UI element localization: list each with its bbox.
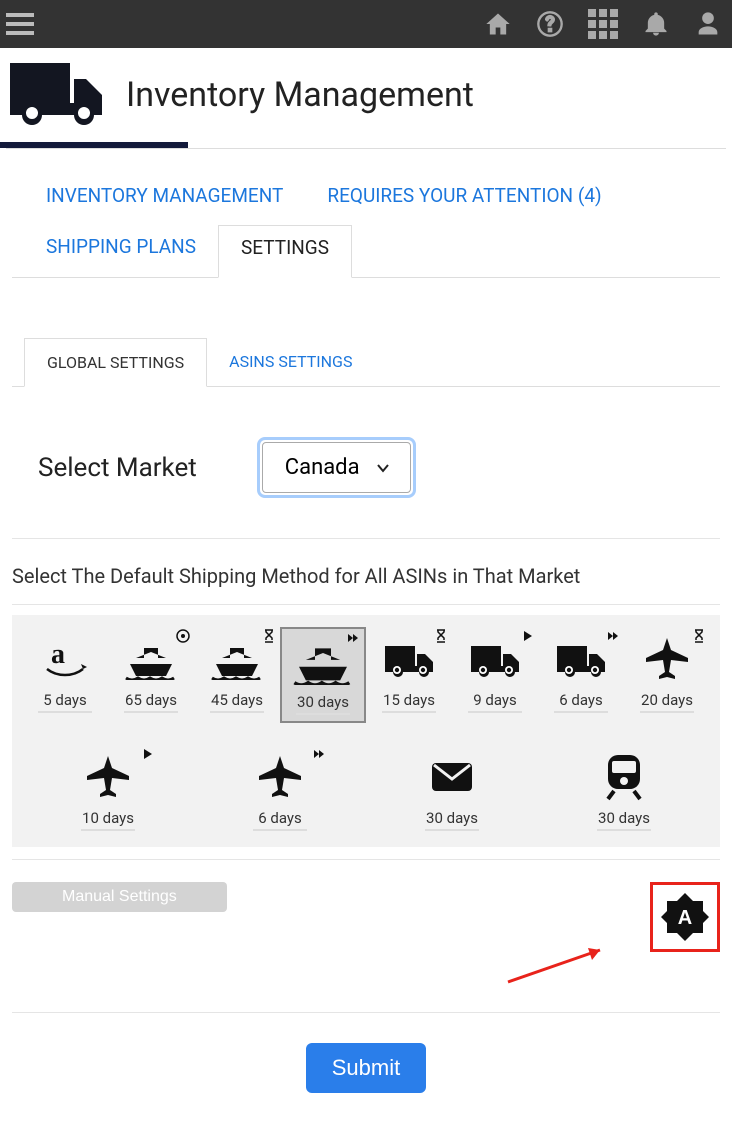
hourglass-badge-icon <box>692 629 706 647</box>
plane-icon <box>257 753 303 801</box>
divider <box>12 604 720 605</box>
plane-icon <box>644 635 690 683</box>
tab-shipping-plans[interactable]: SHIPPING PLANS <box>24 225 218 277</box>
hourglass-badge-icon <box>434 629 448 647</box>
shipping-days: 10 days <box>81 805 135 831</box>
shipping-option-ship-hour[interactable]: 45 days <box>194 627 280 723</box>
shipping-option-train[interactable]: 30 days <box>538 745 710 837</box>
shipping-section: Select The Default Shipping Method for A… <box>12 539 720 860</box>
shipping-days: 9 days <box>468 687 522 713</box>
market-label: Select Market <box>38 453 197 483</box>
auto-brightness-icon: A <box>659 891 711 943</box>
subtab-asins-settings[interactable]: ASINS SETTINGS <box>207 338 374 386</box>
amazon-icon: a <box>43 635 87 683</box>
shipping-option-truck-fast[interactable]: 6 days <box>538 627 624 723</box>
manual-settings-button[interactable]: Manual Settings <box>12 882 227 912</box>
bell-icon[interactable] <box>642 10 670 38</box>
mail-icon <box>429 753 475 801</box>
main-tabs: INVENTORY MANAGEMENT REQUIRES YOUR ATTEN… <box>12 149 720 278</box>
help-icon[interactable] <box>536 10 564 38</box>
tab-settings[interactable]: SETTINGS <box>218 225 352 278</box>
market-select[interactable]: Canada <box>257 437 416 498</box>
user-icon[interactable] <box>694 10 722 38</box>
train-icon <box>602 753 646 801</box>
plane-icon <box>85 753 131 801</box>
double-arrow-badge-icon <box>312 747 326 765</box>
shipping-days: 15 days <box>382 687 436 713</box>
shipping-option-truck-play[interactable]: 9 days <box>452 627 538 723</box>
hourglass-badge-icon <box>262 629 276 647</box>
page-title: Inventory Management <box>126 75 474 115</box>
shipping-days: 30 days <box>296 689 350 715</box>
shipping-days: 5 days <box>38 687 92 713</box>
svg-text:a: a <box>51 639 65 670</box>
apps-grid-icon[interactable] <box>588 9 618 39</box>
target-badge-icon <box>176 629 190 647</box>
tab-inventory-management[interactable]: INVENTORY MANAGEMENT <box>24 174 305 225</box>
top-icons <box>484 9 722 39</box>
auto-settings-button[interactable]: A <box>650 882 720 952</box>
shipping-days: 30 days <box>425 805 479 831</box>
ship-icon <box>292 637 354 685</box>
shipping-option-plane-play[interactable]: 10 days <box>22 745 194 837</box>
tab-requires-attention[interactable]: REQUIRES YOUR ATTENTION (4) <box>305 174 623 225</box>
double-arrow-badge-icon <box>346 631 360 649</box>
shipping-days: 65 days <box>124 687 178 713</box>
submit-row: Submit <box>0 1013 732 1123</box>
play-badge-icon <box>520 629 534 647</box>
truck-logo-icon <box>10 58 106 132</box>
shipping-option-truck-hour[interactable]: 15 days <box>366 627 452 723</box>
play-badge-icon <box>140 747 154 765</box>
divider <box>12 859 720 860</box>
hamburger-menu-icon[interactable] <box>0 4 40 44</box>
home-icon[interactable] <box>484 10 512 38</box>
truck-icon <box>383 635 435 683</box>
shipping-option-plane-fast[interactable]: 6 days <box>194 745 366 837</box>
shipping-option-plane-hour[interactable]: 20 days <box>624 627 710 723</box>
shipping-option-ship-target[interactable]: 65 days <box>108 627 194 723</box>
auto-letter: A <box>678 907 692 929</box>
ship-icon <box>210 635 264 683</box>
shipping-option-ship-fast[interactable]: 30 days <box>280 627 366 723</box>
shipping-days: 30 days <box>597 805 651 831</box>
shipping-section-label: Select The Default Shipping Method for A… <box>12 564 720 604</box>
page-header: Inventory Management <box>0 48 732 142</box>
double-arrow-badge-icon <box>606 629 620 647</box>
submit-button[interactable]: Submit <box>306 1043 426 1093</box>
shipping-option-amazon[interactable]: a 5 days <box>22 627 108 723</box>
chevron-down-icon <box>375 460 391 476</box>
truck-icon <box>555 635 607 683</box>
truck-icon <box>469 635 521 683</box>
mode-row: Manual Settings A <box>12 872 720 1013</box>
shipping-options-row2: 10 days 6 days 30 days 30 days <box>12 733 720 847</box>
pointer-arrow-icon <box>500 940 620 990</box>
shipping-days: 6 days <box>253 805 307 831</box>
shipping-options-row1: a 5 days 65 days 45 days 30 days <box>12 615 720 733</box>
shipping-days: 6 days <box>554 687 608 713</box>
ship-icon <box>124 635 178 683</box>
topbar <box>0 0 732 48</box>
shipping-days: 20 days <box>640 687 694 713</box>
subtab-global-settings[interactable]: GLOBAL SETTINGS <box>24 338 207 387</box>
market-row: Select Market Canada <box>12 387 720 539</box>
shipping-days: 45 days <box>210 687 264 713</box>
shipping-option-mail[interactable]: 30 days <box>366 745 538 837</box>
sub-tabs: GLOBAL SETTINGS ASINS SETTINGS <box>12 338 720 387</box>
